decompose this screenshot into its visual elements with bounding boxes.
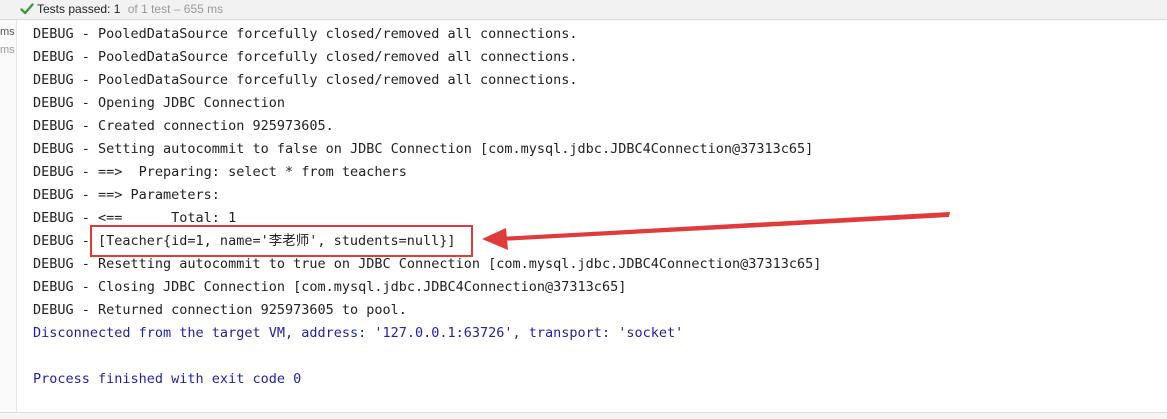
console-line: DEBUG - ==> Preparing: select * from tea… [33,164,407,180]
console-line: DEBUG - PooledDataSource forcefully clos… [33,49,578,65]
console-line-process-finished: Process finished with exit code 0 [33,371,302,387]
test-status-bar: Tests passed: 1 of 1 test – 655 ms [0,0,1167,20]
tests-passed-count: 1 [113,2,121,16]
console-line: DEBUG - Created connection 925973605. [33,118,334,134]
console-line: DEBUG - Returned connection 925973605 to… [33,302,407,318]
console-line: DEBUG - Closing JDBC Connection [com.mys… [33,279,627,295]
console-line: DEBUG - ==> Parameters: [33,187,229,203]
panel-bottom-edge [0,412,1167,419]
gutter-duration-label: ms [0,26,15,38]
test-tree-gutter[interactable]: ms ms [0,20,17,419]
console-line: DEBUG - Setting autocommit to false on J… [33,141,814,157]
check-icon [20,3,34,15]
gutter-duration-label: ms [0,44,15,56]
annotation-highlight-box [90,225,473,257]
console-line: DEBUG - Opening JDBC Connection [33,95,285,111]
tests-passed-detail: of 1 test – 655 ms [127,2,224,16]
console-line: DEBUG - PooledDataSource forcefully clos… [33,26,578,42]
console-line: DEBUG - PooledDataSource forcefully clos… [33,72,578,88]
tests-passed-label: Tests passed: [37,2,111,16]
console-output[interactable]: DEBUG - PooledDataSource forcefully clos… [33,23,1153,391]
console-line-disconnected: Disconnected from the target VM, address… [33,325,684,341]
tests-passed-text: Tests passed: 1 of 1 test – 655 ms [37,0,223,19]
